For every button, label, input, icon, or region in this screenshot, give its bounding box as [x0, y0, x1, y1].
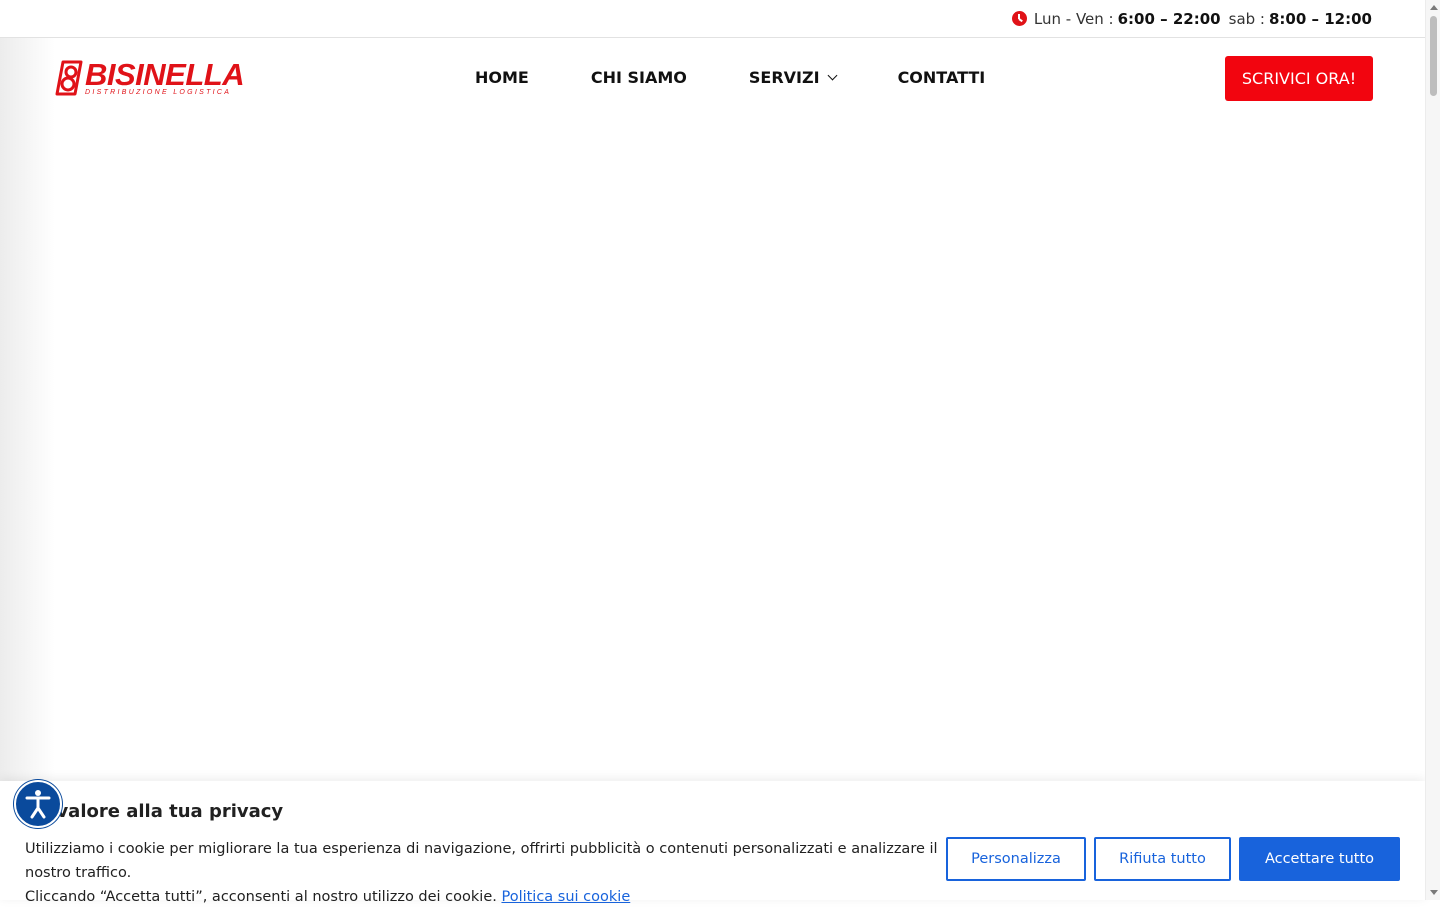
cookie-title: no valore alla tua privacy [25, 801, 284, 822]
nav-item-contatti[interactable]: CONTATTI [898, 68, 986, 87]
cookie-banner: no valore alla tua privacy Utilizziamo i… [0, 781, 1425, 905]
nav-item-home[interactable]: HOME [475, 68, 529, 87]
scrollbar-thumb[interactable] [1430, 16, 1437, 96]
saturday-hours: 8:00 – 12:00 [1268, 9, 1372, 28]
accept-all-button[interactable]: Accettare tutto [1239, 837, 1400, 881]
clock-icon [1011, 11, 1027, 26]
page-scrollbar[interactable] [1425, 0, 1440, 900]
accessibility-button[interactable] [14, 780, 62, 828]
nav-item-servizi[interactable]: SERVIZI [749, 68, 838, 87]
main-nav: HOME CHI SIAMO SERVIZI CONTATTI [475, 68, 985, 87]
scroll-down-icon[interactable] [1430, 890, 1438, 895]
weekday-label: Lun - Ven : [1033, 9, 1114, 28]
accessibility-icon [25, 790, 51, 819]
cookie-description: Utilizziamo i cookie per migliorare la t… [25, 841, 938, 905]
scroll-up-icon[interactable] [1430, 5, 1438, 10]
customize-cookies-button[interactable]: Personalizza [946, 837, 1086, 881]
site-header: BISINELLA DISTRIBUZIONE LOGISTICA HOME C… [0, 38, 1425, 118]
left-shadow [0, 38, 55, 900]
chevron-down-icon [827, 70, 838, 81]
cookie-policy-link[interactable]: Politica sui cookie [501, 889, 630, 905]
logo-tagline: DISTRIBUZIONE LOGISTICA [85, 89, 232, 96]
weekday-hours: 6:00 – 22:00 [1117, 9, 1221, 28]
reject-all-button[interactable]: Rifiuta tutto [1094, 837, 1231, 881]
nav-item-chi-siamo[interactable]: CHI SIAMO [591, 68, 687, 87]
saturday-label: sab : [1228, 9, 1265, 28]
contact-cta-button[interactable]: SCRIVICI ORA! [1225, 56, 1373, 101]
logo[interactable]: BISINELLA DISTRIBUZIONE LOGISTICA [55, 57, 245, 98]
top-info-bar: Lun - Ven : 6:00 – 22:00 sab : 8:00 – 12… [0, 0, 1425, 38]
logo-name: BISINELLA [85, 57, 245, 92]
logo-mark-icon [55, 60, 83, 96]
